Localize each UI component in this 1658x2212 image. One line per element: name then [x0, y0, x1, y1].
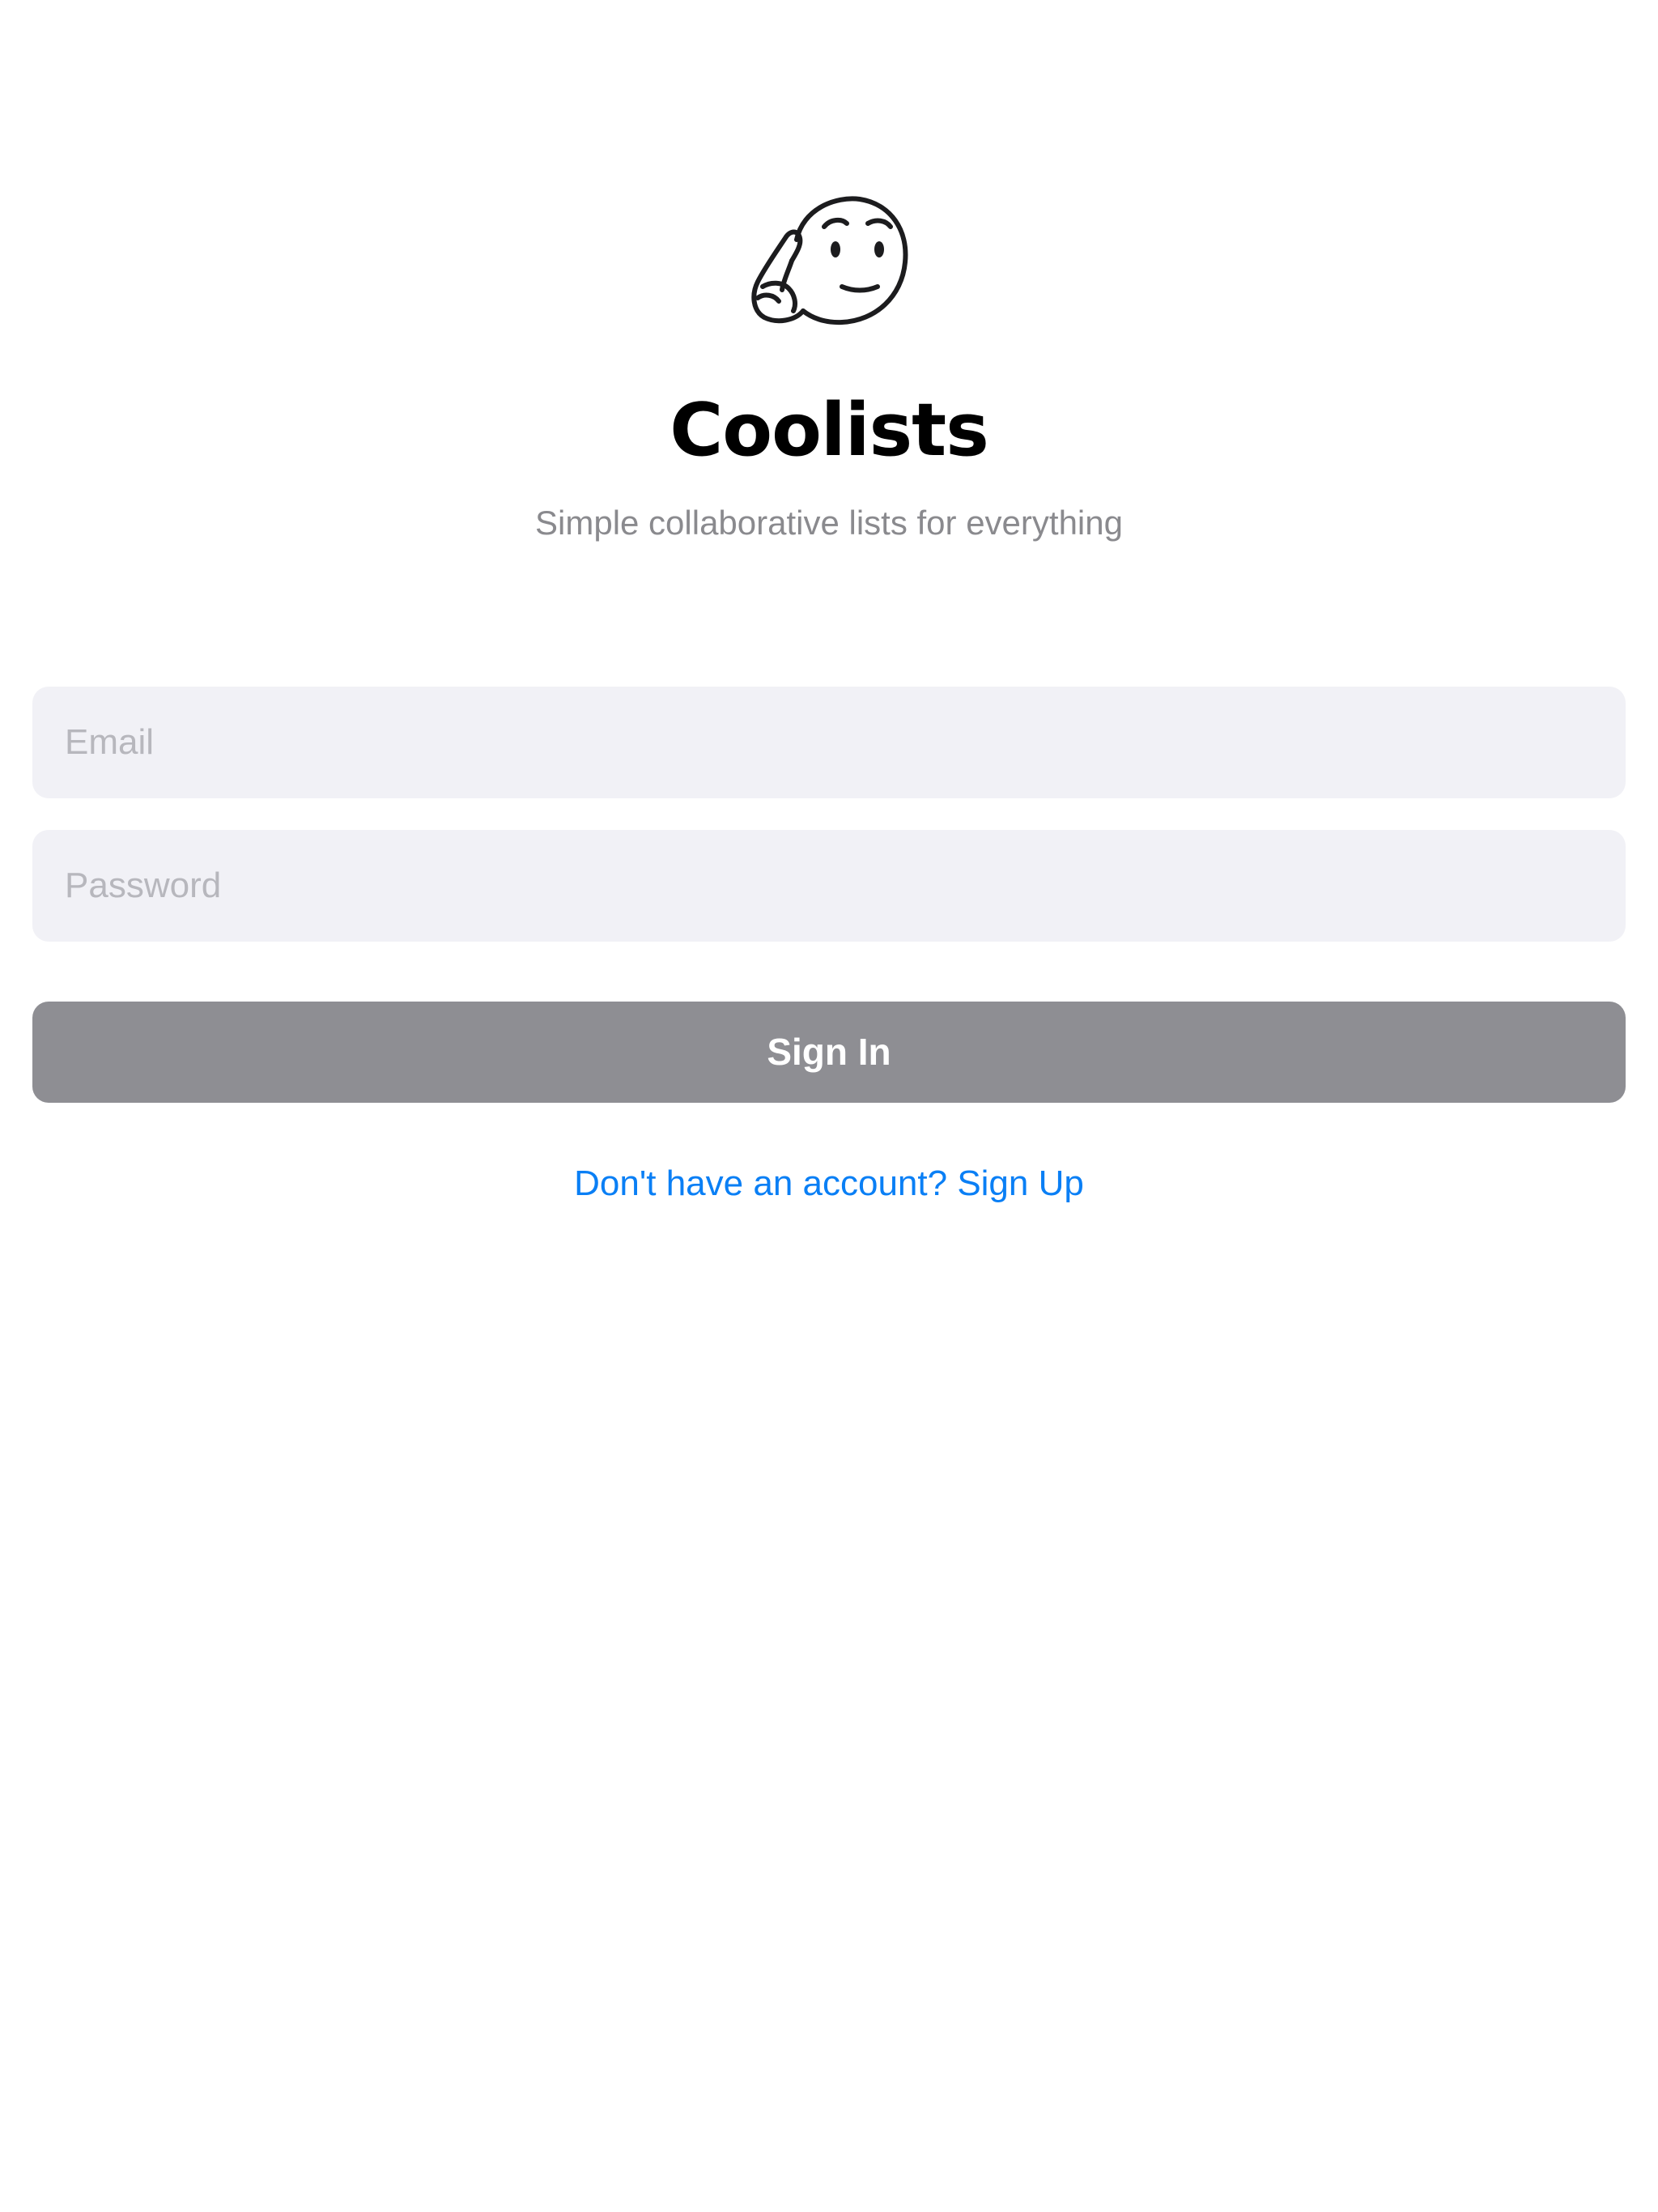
- password-field[interactable]: [32, 830, 1626, 942]
- app-subtitle: Simple collaborative lists for everythin…: [535, 504, 1123, 542]
- sign-in-button[interactable]: Sign In: [32, 1002, 1626, 1103]
- app-title: Coolists: [670, 388, 989, 473]
- thinking-face-icon: [746, 191, 912, 330]
- email-field[interactable]: [32, 687, 1626, 798]
- sign-up-link[interactable]: Don't have an account? Sign Up: [0, 1159, 1658, 1208]
